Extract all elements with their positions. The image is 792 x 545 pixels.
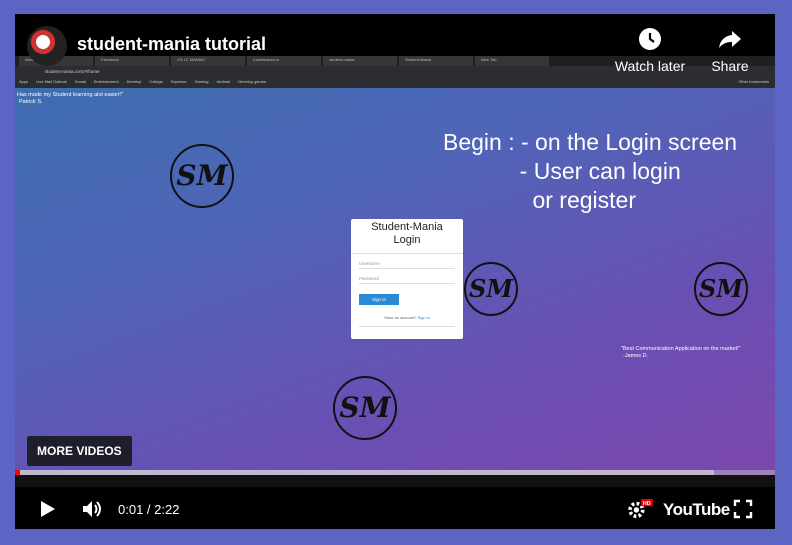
bookmark-item: Android: [216, 78, 231, 84]
testimonial-right: "Best Communication Application on the m…: [621, 346, 740, 360]
play-icon[interactable]: [37, 499, 57, 519]
login-title: Student-Mania Login: [371, 221, 443, 246]
video-title[interactable]: student-mania tutorial: [77, 34, 266, 55]
volume-icon[interactable]: [81, 499, 105, 519]
youtube-logo[interactable]: YouTube: [663, 500, 730, 520]
share-button[interactable]: Share: [708, 26, 752, 74]
caption-line: Begin : - on the Login screen: [443, 129, 738, 155]
clock-icon: [639, 28, 661, 50]
divider: [359, 326, 455, 327]
bookmark-item: Develop games: [238, 78, 267, 84]
bookmark-item: Expense: [170, 78, 187, 84]
video-player[interactable]: Inbox - Mail Facebook CS 1C MANIAC Contr…: [15, 14, 775, 529]
bookmark-item: Gaming: [194, 78, 209, 84]
tutorial-caption: Begin : - on the Login screen - User can…: [443, 128, 737, 215]
testimonial-text: Has made my Student learning alot easier…: [17, 92, 123, 98]
testimonial-top: Has made my Student learning alot easier…: [17, 92, 123, 106]
caption-line: or register: [443, 187, 636, 213]
bookmark-item: Entertainment: [93, 78, 119, 84]
sm-logo: SM: [464, 262, 518, 316]
share-arrow-icon: [719, 31, 741, 48]
sign-in-button[interactable]: Sign In: [359, 294, 399, 305]
time-display: 0:01 / 2:22: [118, 502, 180, 517]
fullscreen-icon[interactable]: [733, 499, 753, 519]
testimonial-author: -James D.: [623, 353, 649, 359]
bookmark-item: College: [149, 78, 163, 84]
watch-later-label: Watch later: [614, 58, 686, 74]
share-label: Share: [711, 58, 749, 74]
bookmark-item: Social: [74, 78, 86, 84]
password-field[interactable]: Password: [359, 276, 455, 284]
testimonial-author: Patrick S.: [19, 99, 43, 105]
bookmark-item: Develop: [126, 78, 142, 84]
sm-logo: SM: [333, 376, 397, 440]
bookmark-item: Live Mail Outlook: [36, 78, 67, 84]
recorded-taskbar: [15, 475, 775, 487]
caption-line: - User can login: [443, 158, 681, 184]
divider: [351, 253, 463, 254]
testimonial-text: "Best Communication Application on the m…: [621, 346, 741, 352]
watch-later-button[interactable]: Watch later: [613, 26, 687, 74]
svg-text:HD: HD: [643, 501, 651, 507]
bookmark-item: Apps: [19, 78, 29, 84]
username-field[interactable]: Username: [359, 261, 455, 269]
login-card: Student-Mania Login Username Password Si…: [351, 219, 463, 339]
register-link[interactable]: Sign in: [418, 315, 430, 320]
player-controls: 0:01 / 2:22 HD YouTube: [15, 487, 775, 529]
channel-avatar[interactable]: [27, 26, 67, 66]
sm-logo: SM: [170, 144, 234, 208]
other-bookmarks: Other bookmarks: [738, 78, 769, 84]
player-top-bar: student-mania tutorial Watch later Share: [15, 14, 775, 76]
video-frame[interactable]: Inbox - Mail Facebook CS 1C MANIAC Contr…: [15, 56, 775, 486]
browser-bookmarks-bar: Apps Live Mail Outlook Social Entertainm…: [15, 76, 775, 86]
more-videos-button[interactable]: MORE VIDEOS: [27, 436, 132, 466]
register-prompt: Have an account? Sign in: [384, 315, 430, 320]
settings-gear-icon[interactable]: HD: [625, 499, 655, 519]
sm-logo: SM: [694, 262, 748, 316]
